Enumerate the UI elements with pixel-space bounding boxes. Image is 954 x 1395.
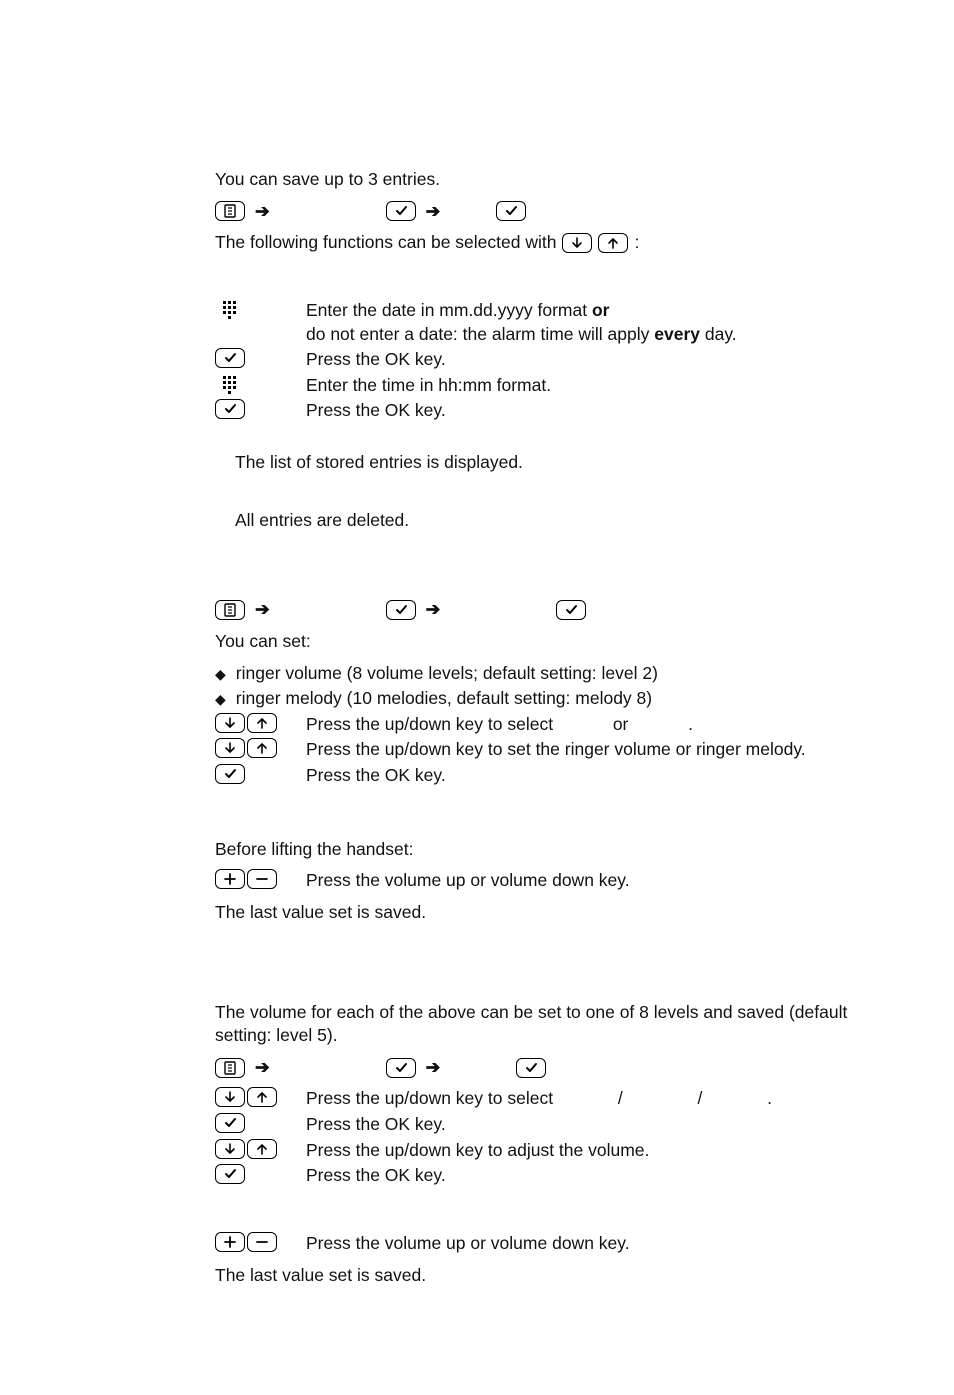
arrow-right-icon: ➔ <box>422 200 445 224</box>
step-ok: Press the OK key. <box>215 1113 854 1137</box>
down-key-icon <box>215 713 245 733</box>
ok-key-icon <box>556 600 586 620</box>
step-set: Press the up/down key to set the ringer … <box>215 738 854 762</box>
text-saved: The last value set is saved. <box>215 1264 854 1288</box>
text-before: Before lifting the handset: <box>215 838 854 862</box>
plus-key-icon <box>215 869 245 889</box>
diamond-bullet-icon: ◆ <box>215 690 226 709</box>
text-bold: or <box>592 300 610 320</box>
up-key-icon <box>247 1139 277 1159</box>
text: Enter the date in mm.dd.yyyy format <box>306 300 592 320</box>
text: The following functions can be selected … <box>215 231 556 255</box>
step-enter-time: Enter the time in hh:mm format. <box>215 374 854 398</box>
ok-key-icon <box>215 399 245 419</box>
text-bold: every <box>654 324 700 344</box>
step-text: Press the volume up or volume down key. <box>306 1232 854 1256</box>
text: . <box>688 714 693 734</box>
text: Press the up/down key to select <box>306 714 558 734</box>
diamond-bullet-icon: ◆ <box>215 665 226 684</box>
step-text: Press the OK key. <box>306 348 854 372</box>
ok-key-icon <box>215 348 245 368</box>
menu-key-icon <box>215 201 245 221</box>
text: : <box>634 231 639 255</box>
arrow-right-icon: ➔ <box>251 200 274 224</box>
down-key-icon <box>562 233 592 253</box>
nav-sequence: ➔ ➔ <box>215 1056 854 1080</box>
step-text: Enter the time in hh:mm format. <box>306 374 854 398</box>
ok-key-icon <box>516 1058 546 1078</box>
down-key-icon <box>215 738 245 758</box>
bullet-item: ◆ ringer melody (10 melodies, default se… <box>215 687 854 711</box>
text: / <box>697 1088 702 1108</box>
nav-sequence: ➔ ➔ <box>215 598 854 622</box>
arrow-right-icon: ➔ <box>422 1056 445 1080</box>
step-ok: Press the OK key. <box>215 764 854 788</box>
step-text: Press the up/down key to select / / . <box>306 1087 854 1111</box>
text-you-can-set: You can set: <box>215 630 854 654</box>
text-volume-intro: The volume for each of the above can be … <box>215 1001 854 1048</box>
plus-key-icon <box>215 1232 245 1252</box>
step-text: Press the up/down key to adjust the volu… <box>306 1139 854 1163</box>
step-ok: Press the OK key. <box>215 348 854 372</box>
menu-key-icon <box>215 600 245 620</box>
keypad-icon <box>215 374 245 396</box>
text-functions: The following functions can be selected … <box>215 231 854 255</box>
ok-key-icon <box>386 600 416 620</box>
minus-key-icon <box>247 869 277 889</box>
step-text: Press the OK key. <box>306 764 854 788</box>
step-select: Press the up/down key to select or . <box>215 713 854 737</box>
step-text: Enter the date in mm.dd.yyyy format or d… <box>306 299 854 346</box>
step-adjust: Press the up/down key to adjust the volu… <box>215 1139 854 1163</box>
down-key-icon <box>215 1087 245 1107</box>
ok-key-icon <box>215 1164 245 1184</box>
step-volume: Press the volume up or volume down key. <box>215 869 854 893</box>
step-enter-date: Enter the date in mm.dd.yyyy format or d… <box>215 299 854 346</box>
bullet-text: ringer melody (10 melodies, default sett… <box>236 687 652 711</box>
arrow-right-icon: ➔ <box>251 1056 274 1080</box>
up-key-icon <box>247 738 277 758</box>
text-intro: You can save up to 3 entries. <box>215 168 854 192</box>
text: / <box>618 1088 623 1108</box>
ok-key-icon <box>386 1058 416 1078</box>
keypad-icon <box>215 299 245 321</box>
minus-key-icon <box>247 1232 277 1252</box>
step-ok: Press the OK key. <box>215 1164 854 1188</box>
step-select: Press the up/down key to select / / . <box>215 1087 854 1111</box>
text-stored: The list of stored entries is displayed. <box>235 451 854 475</box>
document-page: You can save up to 3 entries. ➔ ➔ The fo… <box>0 0 954 1395</box>
ok-key-icon <box>215 764 245 784</box>
ok-key-icon <box>496 201 526 221</box>
text: day. <box>700 324 737 344</box>
ok-key-icon <box>386 201 416 221</box>
text: Press the up/down key to select <box>306 1088 558 1108</box>
menu-key-icon <box>215 1058 245 1078</box>
step-text: Press the OK key. <box>306 399 854 423</box>
step-text: Press the volume up or volume down key. <box>306 869 854 893</box>
down-key-icon <box>215 1139 245 1159</box>
text: do not enter a date: the alarm time will… <box>306 324 654 344</box>
up-key-icon <box>247 1087 277 1107</box>
step-volume: Press the volume up or volume down key. <box>215 1232 854 1256</box>
bullet-item: ◆ ringer volume (8 volume levels; defaul… <box>215 662 854 686</box>
text-saved: The last value set is saved. <box>215 901 854 925</box>
step-ok: Press the OK key. <box>215 399 854 423</box>
up-key-icon <box>247 713 277 733</box>
text-deleted: All entries are deleted. <box>235 509 854 533</box>
step-text: Press the up/down key to select or . <box>306 713 854 737</box>
ok-key-icon <box>215 1113 245 1133</box>
up-key-icon <box>598 233 628 253</box>
nav-sequence: ➔ ➔ <box>215 200 854 224</box>
text: or <box>613 714 629 734</box>
step-text: Press the OK key. <box>306 1164 854 1188</box>
step-text: Press the up/down key to set the ringer … <box>306 738 854 762</box>
text: . <box>767 1088 772 1108</box>
arrow-right-icon: ➔ <box>251 598 274 622</box>
bullet-text: ringer volume (8 volume levels; default … <box>236 662 658 686</box>
arrow-right-icon: ➔ <box>422 598 445 622</box>
step-text: Press the OK key. <box>306 1113 854 1137</box>
